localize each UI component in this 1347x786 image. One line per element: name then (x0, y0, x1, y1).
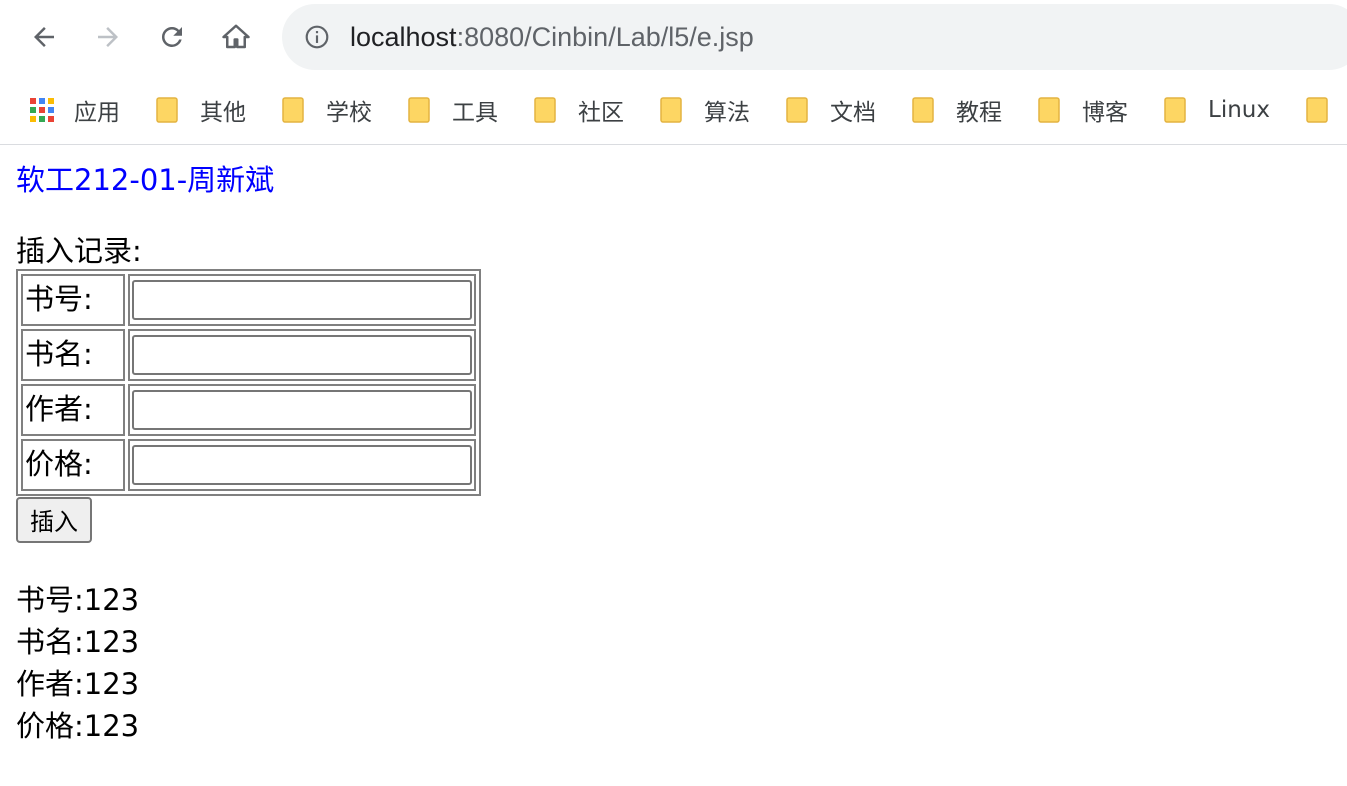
field-label: 书名: (21, 328, 125, 381)
bookmark-folder-label: 文档 (830, 100, 876, 126)
result-line: 书名:123 (16, 624, 140, 659)
result-line: 书号:123 (16, 582, 140, 617)
bookmark-folder-label: 算法 (704, 100, 750, 126)
folder-icon (408, 96, 432, 124)
arrow-left-icon (34, 27, 54, 47)
bookmark-folder[interactable]: 社区 (534, 90, 624, 130)
folder-icon (1038, 96, 1062, 124)
bookmark-folder-label: 社区 (578, 100, 624, 126)
form-row: 作者: (21, 383, 476, 436)
folder-icon (1164, 96, 1188, 124)
form-row: 书号: (21, 273, 476, 326)
form-row: 价格: (21, 438, 476, 491)
folder-icon (282, 96, 306, 124)
insert-button[interactable]: 插入 (16, 496, 92, 543)
bookmark-folder[interactable]: 学校 (282, 90, 372, 130)
bookmark-folder-label: Linux (1208, 97, 1270, 123)
bookmark-apps-label: 应用 (74, 100, 120, 126)
bookmark-folder-label: 学校 (326, 100, 372, 126)
field-label: 价格: (21, 438, 125, 491)
apps-grid-icon (30, 96, 54, 124)
field-input[interactable] (132, 335, 472, 376)
field-label: 作者: (21, 383, 125, 436)
bookmark-folder-label: 其他 (200, 100, 246, 126)
forward-button[interactable] (90, 19, 126, 55)
browser-toolbar: localhost:8080/Cinbin/Lab/l5/e.jsp (0, 0, 1347, 76)
site-info-icon[interactable] (304, 24, 330, 50)
folder-icon (786, 96, 810, 124)
field-label: 书号: (21, 273, 125, 326)
field-input[interactable] (132, 445, 472, 486)
reload-icon (161, 26, 182, 47)
field-cell (128, 273, 476, 326)
insert-heading: 插入记录: (16, 233, 142, 268)
field-input[interactable] (132, 280, 472, 321)
insert-form-table: 书号: 书名: 作者: 价格: (16, 268, 481, 496)
bookmark-folder[interactable]: 博客 (1038, 90, 1128, 130)
folder-icon (156, 96, 180, 124)
bookmark-folder[interactable]: 算法 (660, 90, 750, 130)
bookmark-folder-label: 工具 (452, 100, 498, 126)
field-cell (128, 328, 476, 381)
bookmark-folder[interactable]: 其他 (156, 90, 246, 130)
url-path: :8080/Cinbin/Lab/l5/e.jsp (456, 21, 754, 52)
bookmark-apps[interactable]: 应用 (30, 90, 120, 130)
bookmark-folder-label: 教程 (956, 100, 1002, 126)
bookmark-overflow-folder[interactable] (1306, 90, 1347, 130)
bookmark-folder[interactable]: 文档 (786, 90, 876, 130)
form-row: 书名: (21, 328, 476, 381)
arrow-right-icon (98, 27, 118, 47)
result-list: 书号:123 书名:123 作者:123 价格:123 (16, 579, 1331, 747)
reload-button[interactable] (154, 19, 190, 55)
result-line: 价格:123 (16, 708, 140, 743)
url-host: localhost (350, 21, 457, 52)
bookmark-folder[interactable]: 教程 (912, 90, 1002, 130)
address-bar[interactable]: localhost:8080/Cinbin/Lab/l5/e.jsp (282, 4, 1347, 70)
field-cell (128, 438, 476, 491)
author-signature: 软工212-01-周新斌 (16, 163, 275, 197)
folder-icon (534, 96, 558, 124)
bookmark-folder-label: 博客 (1082, 100, 1128, 126)
field-input[interactable] (132, 390, 472, 431)
back-button[interactable] (26, 19, 62, 55)
url-text[interactable]: localhost:8080/Cinbin/Lab/l5/e.jsp (350, 22, 754, 53)
result-line: 作者:123 (16, 666, 140, 701)
folder-icon (1306, 96, 1330, 124)
home-icon (222, 24, 250, 49)
bookmark-folder[interactable]: 工具 (408, 90, 498, 130)
page-content: 软工212-01-周新斌 插入记录: 书号: 书名: 作者: 价格: 插入 书号:12… (0, 145, 1347, 747)
bookmark-folders: 其他 学校 工具 社区 算法 文档 教程 博客 Linux (156, 90, 1306, 130)
folder-icon (660, 96, 684, 124)
folder-icon (912, 96, 936, 124)
home-button[interactable] (218, 19, 254, 55)
bookmark-folder[interactable]: Linux (1164, 90, 1270, 130)
field-cell (128, 383, 476, 436)
bookmarks-bar: 应用 其他 学校 工具 社区 算法 文档 教程 博客 Linux (0, 76, 1347, 145)
